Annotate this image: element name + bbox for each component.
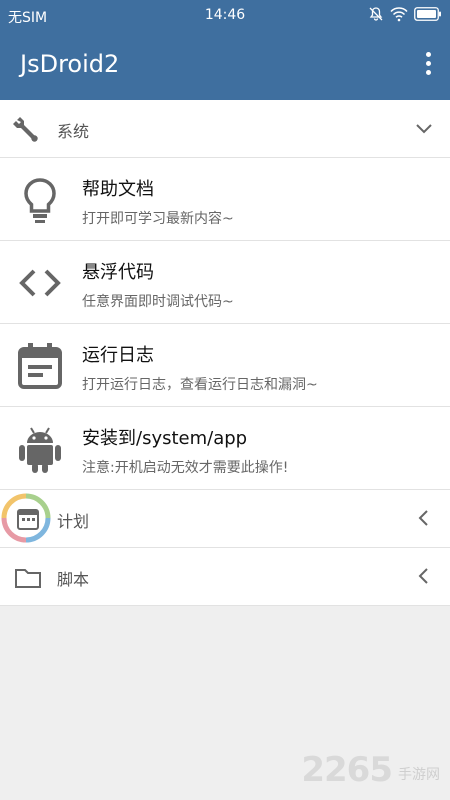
app-bar: JsDroid2 [0,30,450,100]
group-system-label: 系统 [57,122,90,141]
menu-list: 系统 帮助文档 打开即可学习最新内容~ 悬浮代码 任意界面即时调试代码~ 运行日… [0,100,450,606]
android-icon [19,427,61,473]
item-subtitle: 打开即可学习最新内容~ [82,211,234,227]
floating-ring-icon[interactable] [0,492,52,544]
item-help-docs[interactable]: 帮助文档 打开即可学习最新内容~ [0,158,450,241]
item-title: 悬浮代码 [82,262,154,283]
group-script[interactable]: 脚本 [0,548,450,606]
item-run-log[interactable]: 运行日志 打开运行日志，查看运行日志和漏洞~ [0,324,450,407]
wifi-icon [390,7,408,22]
item-title: 运行日志 [82,345,154,366]
item-subtitle: 注意:开机启动无效才需要此操作! [82,460,289,476]
item-subtitle: 任意界面即时调试代码~ [82,294,234,310]
item-title: 安装到/system/app [82,428,248,449]
chevron-left-icon [418,510,428,526]
log-calendar-icon [18,343,62,389]
mute-bell-icon [369,7,383,21]
status-icons [368,6,442,22]
lightbulb-icon [24,178,56,223]
watermark: 2265 手游网 [301,750,440,790]
app-title: JsDroid2 [20,50,120,78]
group-script-label: 脚本 [57,570,90,589]
battery-icon [414,7,441,21]
group-system[interactable]: 系统 [0,100,450,158]
code-brackets-icon [19,269,61,297]
wrench-icon [13,117,38,142]
chevron-down-icon [416,124,432,134]
item-floating-code[interactable]: 悬浮代码 任意界面即时调试代码~ [0,241,450,324]
chevron-left-icon [418,568,428,584]
item-subtitle: 打开运行日志，查看运行日志和漏洞~ [82,377,318,393]
item-install-system-app[interactable]: 安装到/system/app 注意:开机启动无效才需要此操作! [0,407,450,490]
group-plan[interactable]: 计划 [0,490,450,548]
watermark-number: 2265 [301,750,393,790]
folder-icon [15,569,41,588]
watermark-suffix: 手游网 [398,767,440,783]
overflow-menu-icon[interactable] [422,52,434,80]
item-title: 帮助文档 [82,179,154,200]
status-bar: 无SIM 14:46 [0,0,450,30]
group-plan-label: 计划 [57,512,90,531]
